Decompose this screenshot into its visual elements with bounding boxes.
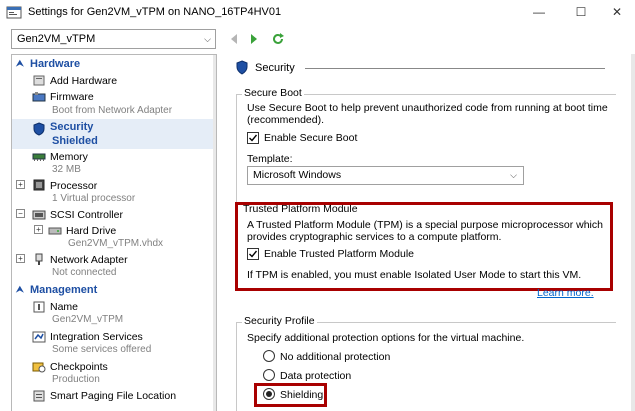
expand-icon[interactable]: + xyxy=(34,225,43,234)
settings-app-icon xyxy=(6,5,22,20)
integration-services-icon xyxy=(32,331,46,343)
name-icon xyxy=(32,301,46,313)
secure-boot-description-1: Use Secure Boot to help prevent unauthor… xyxy=(247,102,608,114)
sidebar-item-label: Checkpoints xyxy=(50,361,108,373)
checkpoints-icon xyxy=(32,361,46,373)
sidebar-item-label: Hard Drive xyxy=(66,225,117,237)
sidebar-item-firmware[interactable]: Firmware Boot from Network Adapter xyxy=(12,89,216,119)
sidebar-item-sub: Not connected xyxy=(52,267,117,278)
chevron-down-icon: ⌵ xyxy=(510,170,517,180)
enable-tpm-label[interactable]: Enable Trusted Platform Module xyxy=(264,248,414,260)
collapse-caret-icon: ⮝ xyxy=(16,58,24,68)
maximize-button[interactable]: ☐ xyxy=(564,2,598,22)
settings-detail-pane: Security Secure Boot Use Secure Boot to … xyxy=(223,54,635,411)
vertical-scrollbar[interactable] xyxy=(631,54,635,411)
security-profile-description: Specify additional protection options fo… xyxy=(247,332,525,344)
sidebar-item-sub: Gen2VM_vTPM.vhdx xyxy=(68,238,164,249)
toolbar: Gen2VM_vTPM ⌵ xyxy=(0,26,635,52)
shield-icon xyxy=(32,122,46,136)
network-adapter-icon xyxy=(32,253,46,265)
sidebar-item-label: Integration Services xyxy=(50,331,143,343)
back-arrow-icon[interactable] xyxy=(226,30,242,48)
tpm-description-2: provides cryptographic services to a com… xyxy=(247,231,502,243)
section-hardware[interactable]: ⮝ Hardware xyxy=(12,57,216,72)
sidebar-item-sub: Production xyxy=(52,374,100,385)
enable-secure-boot-checkbox[interactable] xyxy=(247,132,259,144)
refresh-icon[interactable] xyxy=(270,30,286,48)
secure-boot-label: Secure Boot xyxy=(242,87,304,99)
sidebar-item-sub: Shielded xyxy=(52,135,98,147)
shielding-label[interactable]: Shielding xyxy=(280,389,323,401)
expand-icon[interactable]: + xyxy=(16,254,25,263)
no-additional-protection-label[interactable]: No additional protection xyxy=(280,351,390,363)
title-bar: Settings for Gen2VM_vTPM on NANO_16TP4HV… xyxy=(0,0,635,26)
sidebar-item-network-adapter[interactable]: + Network Adapter Not connected xyxy=(12,252,216,280)
sidebar-item-scsi-controller[interactable]: − SCSI Controller xyxy=(12,207,216,223)
settings-tree: ⮝ Hardware Add Hardware Firmware Boot fr… xyxy=(11,54,217,411)
close-button[interactable]: ✕ xyxy=(600,2,634,22)
page-header: Security xyxy=(235,60,615,76)
sidebar-item-checkpoints[interactable]: Checkpoints Production xyxy=(12,359,216,387)
window-title: Settings for Gen2VM_vTPM on NANO_16TP4HV… xyxy=(28,6,282,18)
processor-icon xyxy=(32,179,46,191)
secure-boot-description-2: (recommended). xyxy=(247,114,325,126)
radio-data-protection[interactable] xyxy=(263,369,275,381)
sidebar-item-label: SCSI Controller xyxy=(50,209,123,221)
collapse-caret-icon: ⮝ xyxy=(16,284,24,294)
section-hardware-label: Hardware xyxy=(30,58,81,70)
radio-shielding[interactable] xyxy=(263,388,275,400)
sidebar-item-sub: 1 Virtual processor xyxy=(52,193,136,204)
sidebar-item-label: Smart Paging File Location xyxy=(50,390,177,402)
hard-drive-icon xyxy=(48,225,62,237)
sidebar-item-name[interactable]: Name Gen2VM_vTPM xyxy=(12,299,216,327)
vm-select-value: Gen2VM_vTPM xyxy=(17,33,96,45)
sidebar-item-smart-paging[interactable]: Smart Paging File Location xyxy=(12,388,216,408)
learn-more-link[interactable]: Learn more. xyxy=(537,287,594,299)
sidebar-item-label: Memory xyxy=(50,151,88,163)
expand-icon[interactable]: + xyxy=(16,180,25,189)
tpm-note: If TPM is enabled, you must enable Isola… xyxy=(247,269,582,281)
security-profile-label: Security Profile xyxy=(242,315,317,327)
sidebar-item-memory[interactable]: Memory 32 MB xyxy=(12,149,216,177)
shield-icon xyxy=(235,60,249,78)
template-select-value: Microsoft Windows xyxy=(253,169,342,181)
data-protection-label[interactable]: Data protection xyxy=(280,370,351,382)
sidebar-item-processor[interactable]: + Processor 1 Virtual processor xyxy=(12,178,216,206)
forward-arrow-icon[interactable] xyxy=(246,30,262,48)
minimize-button[interactable]: — xyxy=(522,2,556,22)
sidebar-item-label: Processor xyxy=(50,180,98,192)
memory-icon xyxy=(32,151,46,163)
section-management-label: Management xyxy=(30,284,98,296)
radio-no-additional-protection[interactable] xyxy=(263,350,275,362)
tpm-description-1: A Trusted Platform Module (TPM) is a spe… xyxy=(247,219,603,231)
sidebar-item-add-hardware[interactable]: Add Hardware xyxy=(12,73,216,89)
sidebar-item-label: Add Hardware xyxy=(50,75,118,87)
sidebar-item-label: Firmware xyxy=(50,91,94,103)
add-hardware-icon xyxy=(32,75,46,87)
firmware-icon xyxy=(32,91,46,103)
template-select[interactable]: Microsoft Windows ⌵ xyxy=(247,166,524,185)
header-divider xyxy=(305,68,605,69)
chevron-down-icon: ⌵ xyxy=(204,34,211,44)
collapse-icon[interactable]: − xyxy=(16,209,25,218)
sidebar-item-sub: Gen2VM_vTPM xyxy=(52,314,124,325)
section-management[interactable]: ⮝ Management xyxy=(12,283,216,298)
sidebar-item-sub: 32 MB xyxy=(52,164,81,175)
smart-paging-icon xyxy=(32,390,46,402)
scsi-controller-icon xyxy=(32,209,46,221)
page-title: Security xyxy=(255,62,295,74)
sidebar-item-hard-drive[interactable]: + Hard Drive Gen2VM_vTPM.vhdx xyxy=(12,223,216,251)
template-label: Template: xyxy=(247,153,293,165)
enable-secure-boot-label[interactable]: Enable Secure Boot xyxy=(264,132,357,144)
sidebar-item-sub: Some services offered xyxy=(52,344,152,355)
sidebar-item-label: Name xyxy=(50,301,79,313)
sidebar-item-security[interactable]: Security Shielded xyxy=(12,119,216,149)
enable-tpm-checkbox[interactable] xyxy=(247,248,259,260)
sidebar-item-sub: Boot from Network Adapter xyxy=(52,105,173,116)
sidebar-item-label: Security xyxy=(50,121,94,133)
sidebar-item-integration-services[interactable]: Integration Services Some services offer… xyxy=(12,329,216,357)
vm-select[interactable]: Gen2VM_vTPM ⌵ xyxy=(11,29,216,49)
sidebar-item-label: Network Adapter xyxy=(50,254,128,266)
